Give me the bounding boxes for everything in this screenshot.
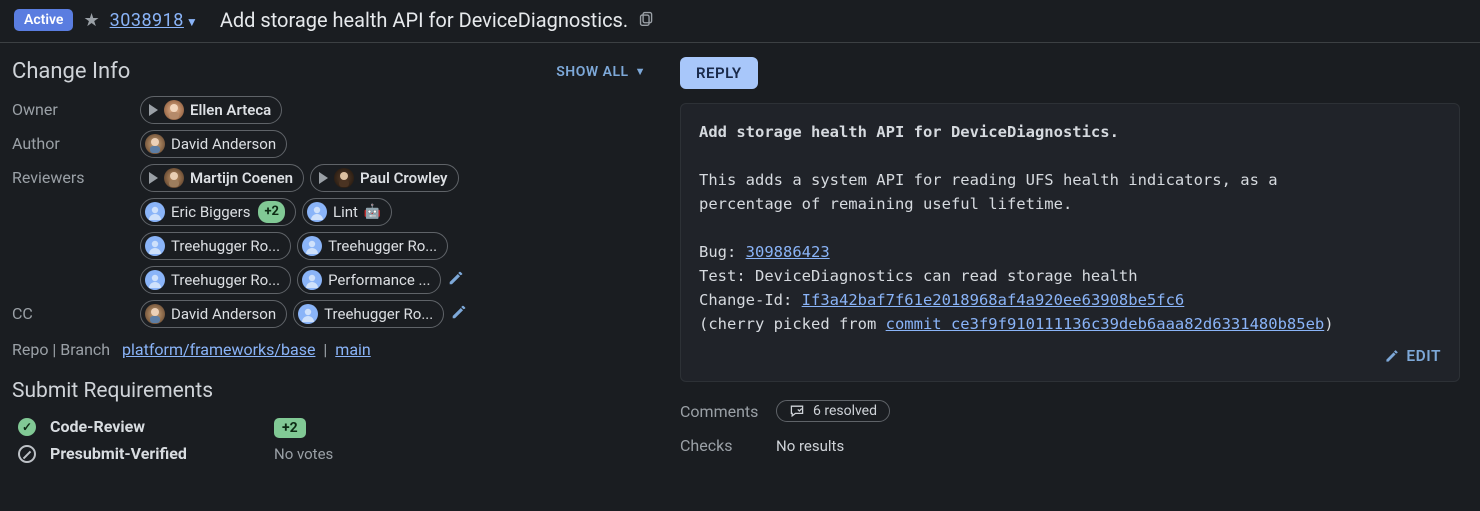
repo-branch-row: Repo | Branch platform/frameworks/base |…	[12, 340, 646, 359]
blocked-icon	[18, 445, 36, 463]
avatar	[334, 168, 354, 188]
cc-label: CC	[12, 300, 140, 323]
avatar	[302, 270, 322, 290]
reply-button[interactable]: REPLY	[680, 57, 758, 89]
vote-badge: +2	[258, 201, 285, 223]
cherry-post: )	[1324, 315, 1333, 333]
chevron-down-icon[interactable]: ▼	[186, 15, 198, 29]
avatar	[164, 100, 184, 120]
commit-subject: Add storage health API for DeviceDiagnos…	[699, 123, 1119, 141]
reviewer-chip[interactable]: Performance ...	[297, 266, 441, 294]
attention-icon	[149, 104, 158, 116]
requirement-row: ✓ Code-Review +2	[12, 413, 646, 440]
avatar	[145, 304, 165, 324]
bug-label: Bug:	[699, 243, 746, 261]
attention-icon	[319, 172, 328, 184]
status-badge: Active	[14, 9, 73, 31]
submit-requirements-heading: Submit Requirements	[12, 379, 646, 403]
avatar	[302, 236, 322, 256]
requirement-value: No votes	[274, 445, 333, 463]
avatar	[307, 202, 327, 222]
comment-icon	[789, 403, 805, 419]
cc-chip[interactable]: Treehugger Ro...	[293, 300, 444, 328]
reviewers-label: Reviewers	[12, 164, 140, 187]
avatar	[164, 168, 184, 188]
repo-branch-label: Repo | Branch	[12, 340, 110, 359]
change-header: Active ★ 3038918▼ Add storage health API…	[0, 0, 1480, 43]
reviewer-chip[interactable]: Lint 🤖	[302, 198, 392, 226]
reviewer-chip[interactable]: Treehugger Ro...	[297, 232, 448, 260]
reviewer-chip[interactable]: Treehugger Ro...	[140, 266, 291, 294]
comments-label: Comments	[680, 402, 776, 421]
avatar	[145, 134, 165, 154]
changeid-label: Change-Id:	[699, 291, 802, 309]
cherry-pre: (cherry picked from	[699, 315, 886, 333]
reviewer-chip[interactable]: Paul Crowley	[310, 164, 458, 192]
robot-icon: 🤖	[364, 201, 381, 223]
test-line: Test: DeviceDiagnostics can read storage…	[699, 267, 1138, 285]
copy-icon[interactable]	[638, 10, 655, 31]
commit-body: This adds a system API for reading UFS h…	[699, 171, 1278, 213]
edit-cc-icon[interactable]	[450, 303, 468, 325]
attention-icon	[149, 172, 158, 184]
cc-chip[interactable]: David Anderson	[140, 300, 287, 328]
edit-reviewers-icon[interactable]	[447, 269, 465, 291]
check-icon: ✓	[18, 418, 36, 436]
requirement-name: Presubmit-Verified	[50, 444, 260, 463]
cherry-link[interactable]: commit ce3f9f910111136c39deb6aaa82d63314…	[886, 315, 1325, 333]
vote-badge: +2	[274, 418, 306, 438]
avatar	[145, 236, 165, 256]
author-label: Author	[12, 130, 140, 153]
requirement-row: Presubmit-Verified No votes	[12, 440, 646, 467]
author-chip[interactable]: David Anderson	[140, 130, 287, 158]
chevron-down-icon: ▼	[635, 65, 646, 78]
change-info-heading: Change Info	[12, 59, 130, 84]
avatar	[298, 304, 318, 324]
change-number[interactable]: 3038918▼	[110, 10, 198, 31]
comments-chip[interactable]: 6 resolved	[776, 400, 890, 422]
reviewer-chip[interactable]: Treehugger Ro...	[140, 232, 291, 260]
owner-chip[interactable]: Ellen Arteca	[140, 96, 282, 124]
change-title: Add storage health API for DeviceDiagnos…	[220, 8, 628, 32]
star-icon[interactable]: ★	[83, 10, 99, 31]
show-all-button[interactable]: SHOW ALL ▼	[556, 64, 646, 80]
avatar	[145, 270, 165, 290]
changeid-link[interactable]: If3a42baf7f61e2018968af4a920ee63908be5fc…	[802, 291, 1185, 309]
reviewer-chip[interactable]: Martijn Coenen	[140, 164, 304, 192]
checks-value: No results	[776, 437, 844, 455]
edit-button[interactable]: EDIT	[1384, 344, 1441, 368]
repo-link[interactable]: platform/frameworks/base	[122, 340, 315, 359]
avatar	[145, 202, 165, 222]
bug-link[interactable]: 309886423	[746, 243, 830, 261]
branch-link[interactable]: main	[335, 340, 370, 359]
commit-message: Add storage health API for DeviceDiagnos…	[680, 103, 1460, 382]
requirement-name: Code-Review	[50, 417, 260, 436]
reviewer-chip[interactable]: Eric Biggers +2	[140, 198, 296, 226]
checks-label: Checks	[680, 436, 776, 455]
owner-label: Owner	[12, 96, 140, 119]
